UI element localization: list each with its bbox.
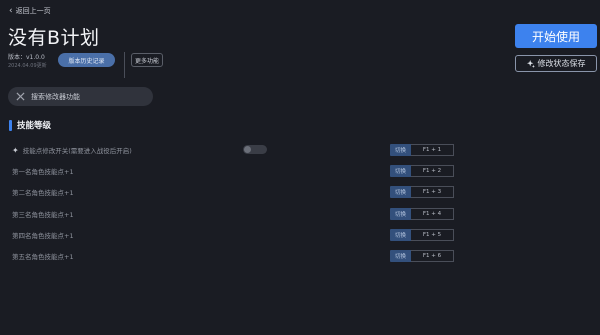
switch-button[interactable]: 切换	[390, 250, 411, 262]
row-label: 第五名角色技能点+1	[12, 253, 74, 261]
switch-button[interactable]: 切换	[390, 208, 411, 220]
search-input[interactable]: 搜索修改器功能	[8, 87, 153, 106]
hotkey-label: F1 + 3	[411, 186, 454, 198]
section-accent-bar	[9, 119, 12, 131]
search-placeholder: 搜索修改器功能	[31, 92, 80, 101]
hotkey-label: F1 + 5	[411, 229, 454, 241]
page-title: 没有B计划	[8, 27, 100, 49]
list-item: 第三名角色技能点+1	[12, 208, 74, 220]
more-features-button[interactable]: 更多功能	[131, 53, 163, 67]
hotkey-label: F1 + 6	[411, 250, 454, 262]
section-header: 技能等级	[9, 119, 51, 131]
sparkle-icon	[526, 59, 535, 68]
hotkey-group: 切换 F1 + 4	[390, 208, 454, 220]
start-button[interactable]: 开始使用	[515, 24, 597, 48]
hotkey-group: 切换 F1 + 1	[390, 144, 454, 156]
back-link[interactable]: ‹ 返回上一页	[9, 6, 51, 16]
update-date: 2024.04.09更新	[8, 63, 47, 69]
row-label: 第二名角色技能点+1	[12, 189, 74, 197]
save-state-label: 修改状态保存	[537, 59, 586, 68]
save-state-button[interactable]: 修改状态保存	[515, 55, 597, 72]
hotkey-label: F1 + 4	[411, 208, 454, 220]
row-label: 技能点修改开关(需要进入战役后开启)	[22, 147, 132, 155]
switch-button[interactable]: 切换	[390, 186, 411, 198]
cheat-toggle[interactable]	[243, 145, 267, 154]
hotkey-label: F1 + 2	[411, 165, 454, 177]
switch-button[interactable]: 切换	[390, 144, 411, 156]
list-item: ✦ 技能点修改开关(需要进入战役后开启)	[12, 144, 132, 156]
row-label: 第三名角色技能点+1	[12, 211, 74, 219]
list-item: 第五名角色技能点+1	[12, 250, 74, 262]
switch-button[interactable]: 切换	[390, 229, 411, 241]
row-label: 第一名角色技能点+1	[12, 168, 74, 176]
list-item: 第一名角色技能点+1	[12, 165, 74, 177]
hotkey-group: 切换 F1 + 3	[390, 186, 454, 198]
toggle-knob	[244, 146, 251, 153]
version-info: 版本：v1.0.0 2024.04.09更新	[8, 53, 47, 71]
list-item: 第二名角色技能点+1	[12, 186, 74, 198]
hotkey-group: 切换 F1 + 5	[390, 229, 454, 241]
version-history-button[interactable]: 版本历史记录	[58, 53, 115, 67]
back-label: 返回上一页	[15, 7, 51, 15]
hotkey-group: 切换 F1 + 2	[390, 165, 454, 177]
hotkey-group: 切换 F1 + 6	[390, 250, 454, 262]
hotkey-label: F1 + 1	[411, 144, 454, 156]
version-text: 版本：v1.0.0	[8, 54, 45, 61]
list-item: 第四名角色技能点+1	[12, 229, 74, 241]
chevron-left-icon: ‹	[9, 5, 13, 16]
sparkle-icon: ✦	[12, 145, 19, 155]
section-title: 技能等级	[17, 121, 52, 131]
row-label: 第四名角色技能点+1	[12, 232, 74, 240]
tools-icon	[16, 92, 25, 101]
switch-button[interactable]: 切换	[390, 165, 411, 177]
divider	[124, 52, 125, 78]
